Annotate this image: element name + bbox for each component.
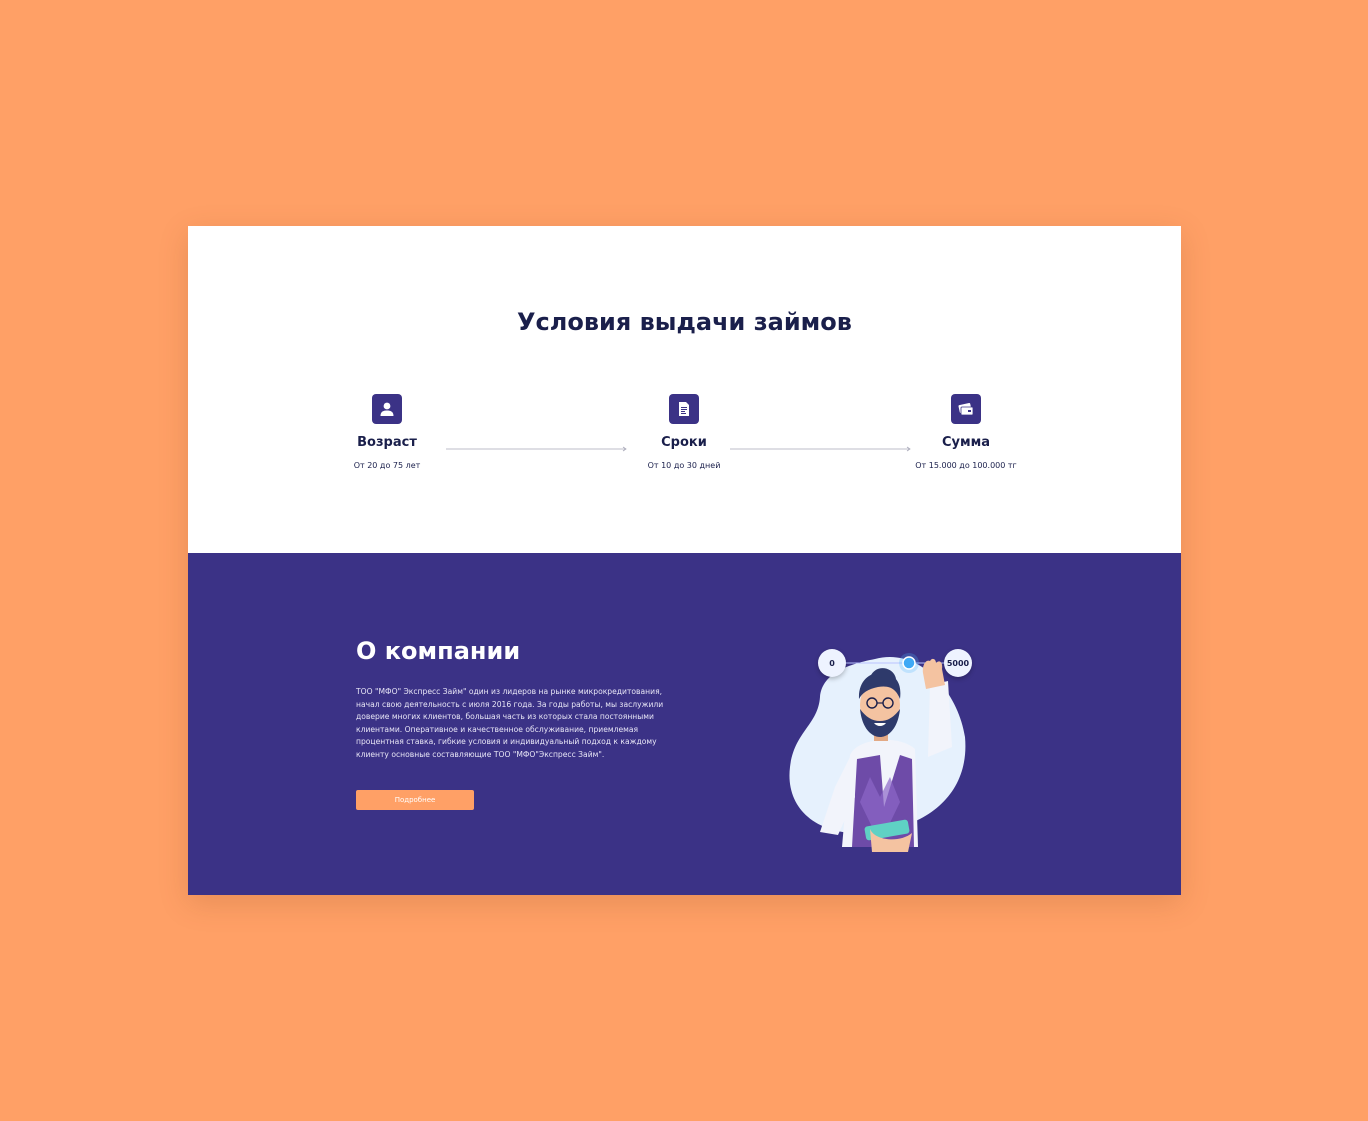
condition-amount: Сумма От 15.000 до 100.000 тг [886, 394, 1046, 470]
condition-value: От 20 до 75 лет [353, 461, 421, 470]
card-icon [951, 394, 981, 424]
about-text: ТОО "МФО" Экспресс Займ" один из лидеров… [356, 687, 664, 759]
condition-label: Возраст [357, 435, 417, 450]
slider-min-label: 0 [818, 649, 846, 677]
page-card: Условия выдачи займов Возраст От 20 до 7… [188, 226, 1181, 895]
illustration: 0 5000 [780, 597, 1010, 857]
condition-age: Возраст От 20 до 75 лет [307, 394, 467, 470]
arrow-connector [730, 446, 911, 452]
slider-max-label: 5000 [944, 649, 972, 677]
man-illustration [789, 653, 966, 852]
person-icon [372, 394, 402, 424]
document-icon [669, 394, 699, 424]
more-button[interactable]: Подробнее [356, 790, 474, 810]
about-section: О компании ТОО "МФО" Экспресс Займ" один… [188, 553, 1181, 895]
condition-value: От 15.000 до 100.000 тг [915, 461, 1017, 470]
conditions-title: Условия выдачи займов [517, 308, 852, 336]
conditions-section: Условия выдачи займов Возраст От 20 до 7… [188, 226, 1181, 553]
arrow-connector [446, 446, 627, 452]
condition-value: От 10 до 30 дней [647, 461, 721, 470]
condition-term: Сроки От 10 до 30 дней [604, 394, 764, 470]
about-title: О компании [356, 637, 521, 665]
